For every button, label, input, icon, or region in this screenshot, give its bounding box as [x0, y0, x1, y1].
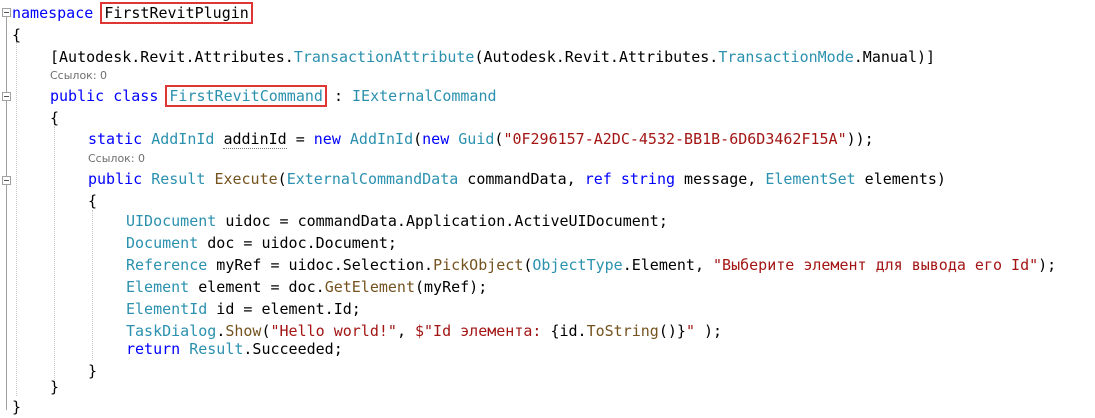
- interp-brace: {: [550, 322, 560, 340]
- namespace-name-highlight: FirstRevitPlugin: [100, 2, 253, 24]
- fold-method-icon[interactable]: [2, 176, 11, 185]
- statement-text: .Element,: [622, 256, 714, 274]
- code-line[interactable]: {: [88, 190, 97, 212]
- guid-string: "0F296157-A2DC-4532-BB1B-6D6D3462F15A": [503, 130, 847, 148]
- indent-guide: [54, 126, 55, 384]
- statement-text: uidoc = commandData.Application.ActiveUI…: [216, 212, 668, 230]
- code-line[interactable]: {: [12, 24, 21, 46]
- type-reference: Reference: [126, 256, 208, 274]
- keyword-new: new: [313, 130, 341, 148]
- param-commanddata: commandData,: [458, 170, 585, 188]
- code-line[interactable]: ElementId id = element.Id;: [126, 298, 361, 320]
- code-line-namespace[interactable]: namespace FirstRevitPlugin: [12, 2, 253, 24]
- interpolated-string-end: ": [685, 322, 695, 340]
- attribute-mid: (Autodesk.Revit.Attributes.: [474, 48, 719, 66]
- statement-text: .Succeeded;: [243, 340, 343, 358]
- fold-line-namespace: [6, 17, 7, 410]
- keyword-new: new: [422, 130, 450, 148]
- method-getelement: GetElement: [324, 278, 415, 296]
- brace: {: [50, 109, 60, 127]
- type-document: Document: [126, 234, 199, 252]
- code-line[interactable]: {: [50, 107, 59, 129]
- code-line-addinid[interactable]: static AddInId addinId = new AddInId(new…: [88, 128, 874, 150]
- keyword-return: return: [126, 340, 181, 358]
- type-addinid: AddInId: [151, 130, 215, 148]
- brace: }: [12, 398, 22, 416]
- statement-text: myRef = uidoc.Selection.: [207, 256, 434, 274]
- param-message: message,: [675, 170, 766, 188]
- attribute-suffix: .Manual)]: [853, 48, 936, 66]
- code-line[interactable]: Document doc = uidoc.Document;: [126, 232, 397, 254]
- type-elementid: ElementId: [126, 300, 208, 318]
- string-literal: "Выберите элемент для вывода его Id": [713, 256, 1039, 274]
- method-tostring: ToString: [586, 322, 659, 340]
- statement-text: (myRef);: [415, 278, 488, 296]
- code-line-return[interactable]: return Result.Succeeded;: [126, 338, 343, 360]
- attribute-type: TransactionAttribute: [293, 48, 475, 66]
- code-line[interactable]: }: [50, 376, 59, 398]
- type-externalcommanddata: ExternalCommandData: [286, 170, 459, 188]
- paren: (: [413, 130, 423, 148]
- method-pickobject: PickObject: [433, 256, 524, 274]
- keyword-ref: ref: [584, 170, 612, 188]
- method-execute: Execute: [214, 170, 278, 188]
- type-guid: Guid: [458, 130, 495, 148]
- keyword-public-class: public class: [50, 87, 159, 105]
- statement-text: id = element.Id;: [207, 300, 361, 318]
- statement-text: doc = uidoc.Document;: [198, 234, 397, 252]
- brace: }: [50, 378, 60, 396]
- param-elements: elements): [855, 170, 946, 188]
- assign: =: [286, 130, 314, 148]
- brace: {: [12, 26, 22, 44]
- comma: ,: [396, 322, 415, 340]
- statement-end: );: [1038, 256, 1057, 274]
- code-line[interactable]: Element element = doc.GetElement(myRef);: [126, 276, 487, 298]
- paren-close: ));: [846, 130, 874, 148]
- interpolated-string: $"Id элемента:: [415, 322, 551, 340]
- identifier: id.: [559, 322, 587, 340]
- type-elementset: ElementSet: [765, 170, 856, 188]
- references-codelens[interactable]: Ссылок: 0: [88, 151, 145, 167]
- code-line-execute[interactable]: public Result Execute(ExternalCommandDat…: [88, 168, 946, 190]
- attribute-prefix: [Autodesk.Revit.Attributes.: [50, 48, 294, 66]
- statement-end: );: [694, 322, 723, 340]
- transaction-mode-type: TransactionMode: [718, 48, 854, 66]
- variable-addinid: addinId: [223, 130, 287, 149]
- brace: }: [88, 362, 98, 380]
- class-name-highlight: FirstRevitCommand: [165, 85, 327, 107]
- parens: (): [658, 322, 677, 340]
- indent-guide: [16, 42, 17, 396]
- interp-brace: }: [676, 322, 686, 340]
- type-result: Result: [151, 170, 206, 188]
- code-line[interactable]: }: [88, 360, 97, 382]
- brace: {: [88, 192, 98, 210]
- type-addinid-ctor: AddInId: [349, 130, 414, 148]
- code-line-class[interactable]: public class FirstRevitCommand : IExtern…: [50, 85, 497, 107]
- type-element: Element: [126, 278, 190, 296]
- class-separator: :: [324, 87, 353, 105]
- fold-namespace-icon[interactable]: [2, 8, 11, 17]
- statement-text: element = doc.: [189, 278, 325, 296]
- keyword-string: string: [620, 170, 676, 188]
- type-uidocument: UIDocument: [126, 212, 217, 230]
- references-codelens[interactable]: Ссылок: 0: [50, 68, 107, 84]
- code-line-attribute[interactable]: [Autodesk.Revit.Attributes.TransactionAt…: [50, 46, 935, 68]
- code-line[interactable]: UIDocument uidoc = commandData.Applicati…: [126, 210, 668, 232]
- keyword-public: public: [88, 170, 143, 188]
- keyword-namespace: namespace: [12, 4, 94, 22]
- type-objecttype: ObjectType: [532, 256, 623, 274]
- keyword-static: static: [88, 130, 143, 148]
- interface-name: IExternalCommand: [352, 87, 497, 105]
- code-line[interactable]: }: [12, 396, 21, 418]
- indent-guide: [92, 210, 93, 360]
- code-line[interactable]: Reference myRef = uidoc.Selection.PickOb…: [126, 254, 1056, 276]
- paren: (: [277, 170, 287, 188]
- fold-class-icon[interactable]: [2, 92, 11, 101]
- type-result: Result: [189, 340, 244, 358]
